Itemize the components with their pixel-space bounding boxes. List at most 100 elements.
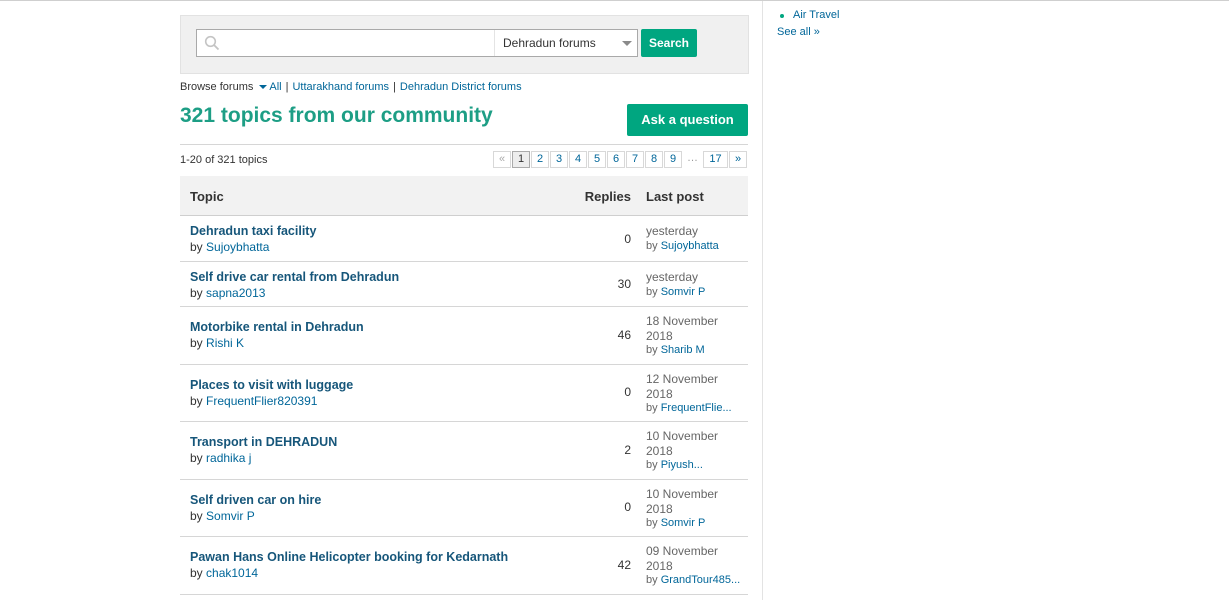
last-post-date: yesterday	[646, 224, 699, 238]
forum-select[interactable]: Dehradun forums	[494, 30, 638, 56]
topic-title-link[interactable]: Transport in DEHRADUN	[190, 435, 337, 449]
last-post-info: 18 November 2018 by Sharib M	[646, 314, 748, 358]
breadcrumb-separator: |	[285, 81, 289, 93]
topic-author-link[interactable]: Rishi K	[206, 336, 244, 350]
last-post-author-link[interactable]: GrandTour485...	[661, 574, 741, 586]
pagination-page-2[interactable]: 2	[531, 151, 549, 168]
reply-count: 2	[624, 443, 631, 457]
last-post-year: 2018	[646, 558, 673, 573]
by-label: by	[646, 574, 658, 586]
search-input[interactable]	[225, 32, 489, 54]
last-post-date: 10 November	[646, 487, 719, 501]
search-icon	[204, 35, 220, 51]
reply-count: 30	[617, 277, 631, 291]
pagination-page-9[interactable]: 9	[664, 151, 682, 168]
last-post-date: 18 November	[646, 314, 719, 328]
search-panel: Dehradun forums Search	[180, 15, 749, 74]
last-post-author-link[interactable]: Sharib M	[661, 344, 705, 356]
table-row: Pawan Hans Online Helicopter booking for…	[180, 537, 748, 595]
by-label: by	[646, 459, 658, 471]
ask-question-button[interactable]: Ask a question	[627, 104, 748, 136]
sidebar-item-link[interactable]: Air Travel	[793, 9, 839, 21]
column-header-replies: Replies	[584, 189, 631, 204]
pagination-page-8[interactable]: 8	[645, 151, 663, 168]
last-post-info: 10 November 2018 by Piyush...	[646, 429, 748, 473]
by-label: by	[190, 394, 203, 408]
last-post-author-link[interactable]: Somvir P	[661, 517, 706, 529]
topic-title-link[interactable]: Motorbike rental in Dehradun	[190, 320, 364, 334]
reply-count: 0	[624, 232, 631, 246]
see-all-link[interactable]: See all »	[777, 26, 820, 38]
divider	[180, 144, 748, 145]
topic-title-link[interactable]: Places to visit with luggage	[190, 378, 353, 392]
pagination-page-last[interactable]: 17	[703, 151, 728, 168]
last-post-info: yesterday by Somvir P	[646, 270, 748, 299]
reply-count: 46	[617, 328, 631, 342]
topic-author-link[interactable]: Sujoybhatta	[206, 240, 269, 254]
pagination-prev[interactable]: «	[493, 151, 511, 168]
column-header-last-post: Last post	[646, 189, 704, 204]
topic-author-link[interactable]: Somvir P	[206, 509, 255, 523]
last-post-info: 12 November 2018 by FrequentFlie...	[646, 372, 748, 416]
bullet-icon	[780, 14, 784, 18]
pagination-page-1[interactable]: 1	[512, 151, 530, 168]
topic-author-link[interactable]: chak1014	[206, 566, 258, 580]
by-label: by	[646, 344, 658, 356]
browse-forums-breadcrumb: Browse forums All | Uttarakhand forums | Dehr…	[180, 81, 522, 93]
forum-select-label: Dehradun forums	[503, 36, 596, 50]
last-post-info: yesterday by Sujoybhatta	[646, 224, 748, 253]
table-row: Places to visit with luggage by Frequent…	[180, 365, 748, 422]
pagination-page-5[interactable]: 5	[588, 151, 606, 168]
browse-all-link[interactable]: All	[269, 81, 281, 93]
last-post-author-link[interactable]: Somvir P	[661, 286, 706, 298]
topic-count: 1-20 of 321 topics	[180, 154, 268, 166]
reply-count: 0	[624, 385, 631, 399]
browse-label: Browse forums	[180, 81, 254, 93]
by-label: by	[190, 451, 203, 465]
caret-down-icon	[259, 84, 268, 89]
last-post-info: 10 November 2018 by Somvir P	[646, 487, 748, 531]
table-header: Topic Replies Last post	[180, 176, 748, 216]
by-label: by	[646, 285, 658, 298]
uttarakhand-forums-link[interactable]: Uttarakhand forums	[292, 81, 389, 93]
dehradun-district-forums-link[interactable]: Dehradun District forums	[400, 81, 522, 93]
by-label: by	[190, 336, 203, 350]
page-title: 321 topics from our community	[180, 104, 493, 127]
table-row: Motorbike rental in Dehradun by Rishi K …	[180, 307, 748, 365]
topic-title-link[interactable]: Pawan Hans Online Helicopter booking for…	[190, 550, 508, 564]
pagination-next[interactable]: »	[729, 151, 747, 168]
pagination-page-4[interactable]: 4	[569, 151, 587, 168]
topic-title-link[interactable]: Dehradun taxi facility	[190, 224, 316, 238]
table-row: Self drive car rental from Dehradun by s…	[180, 262, 748, 307]
by-label: by	[646, 402, 658, 414]
table-row: Dehradun taxi facility by Sujoybhatta 0 …	[180, 216, 748, 262]
top-divider	[0, 0, 1229, 1]
topic-author-link[interactable]: sapna2013	[206, 286, 265, 300]
search-button[interactable]: Search	[641, 29, 697, 57]
column-divider	[762, 1, 763, 600]
pagination-page-7[interactable]: 7	[626, 151, 644, 168]
by-label: by	[646, 239, 658, 252]
topic-title-link[interactable]: Self driven car on hire	[190, 493, 321, 507]
sidebar-item-air-travel: Air Travel	[778, 9, 839, 21]
column-header-topic: Topic	[190, 189, 224, 204]
pagination-page-6[interactable]: 6	[607, 151, 625, 168]
pagination-page-3[interactable]: 3	[550, 151, 568, 168]
last-post-date: yesterday	[646, 270, 699, 284]
last-post-info: 09 November 2018 by GrandTour485...	[646, 544, 748, 588]
by-label: by	[646, 517, 658, 529]
breadcrumb-separator: |	[393, 81, 396, 93]
topic-title-link[interactable]: Self drive car rental from Dehradun	[190, 270, 399, 284]
reply-count: 0	[624, 500, 631, 514]
last-post-author-link[interactable]: Piyush...	[661, 459, 703, 471]
topic-author-link[interactable]: radhika j	[206, 451, 251, 465]
last-post-date: 09 November	[646, 544, 719, 558]
reply-count: 42	[617, 558, 631, 572]
topic-author-link[interactable]: FrequentFlier820391	[206, 394, 317, 408]
last-post-year: 2018	[646, 328, 673, 343]
last-post-author-link[interactable]: Sujoybhatta	[661, 240, 719, 252]
last-post-author-link[interactable]: FrequentFlie...	[661, 402, 732, 414]
chevron-down-icon	[622, 41, 632, 46]
pagination-ellipsis: …	[687, 152, 698, 164]
search-field[interactable]: Dehradun forums	[196, 29, 638, 57]
